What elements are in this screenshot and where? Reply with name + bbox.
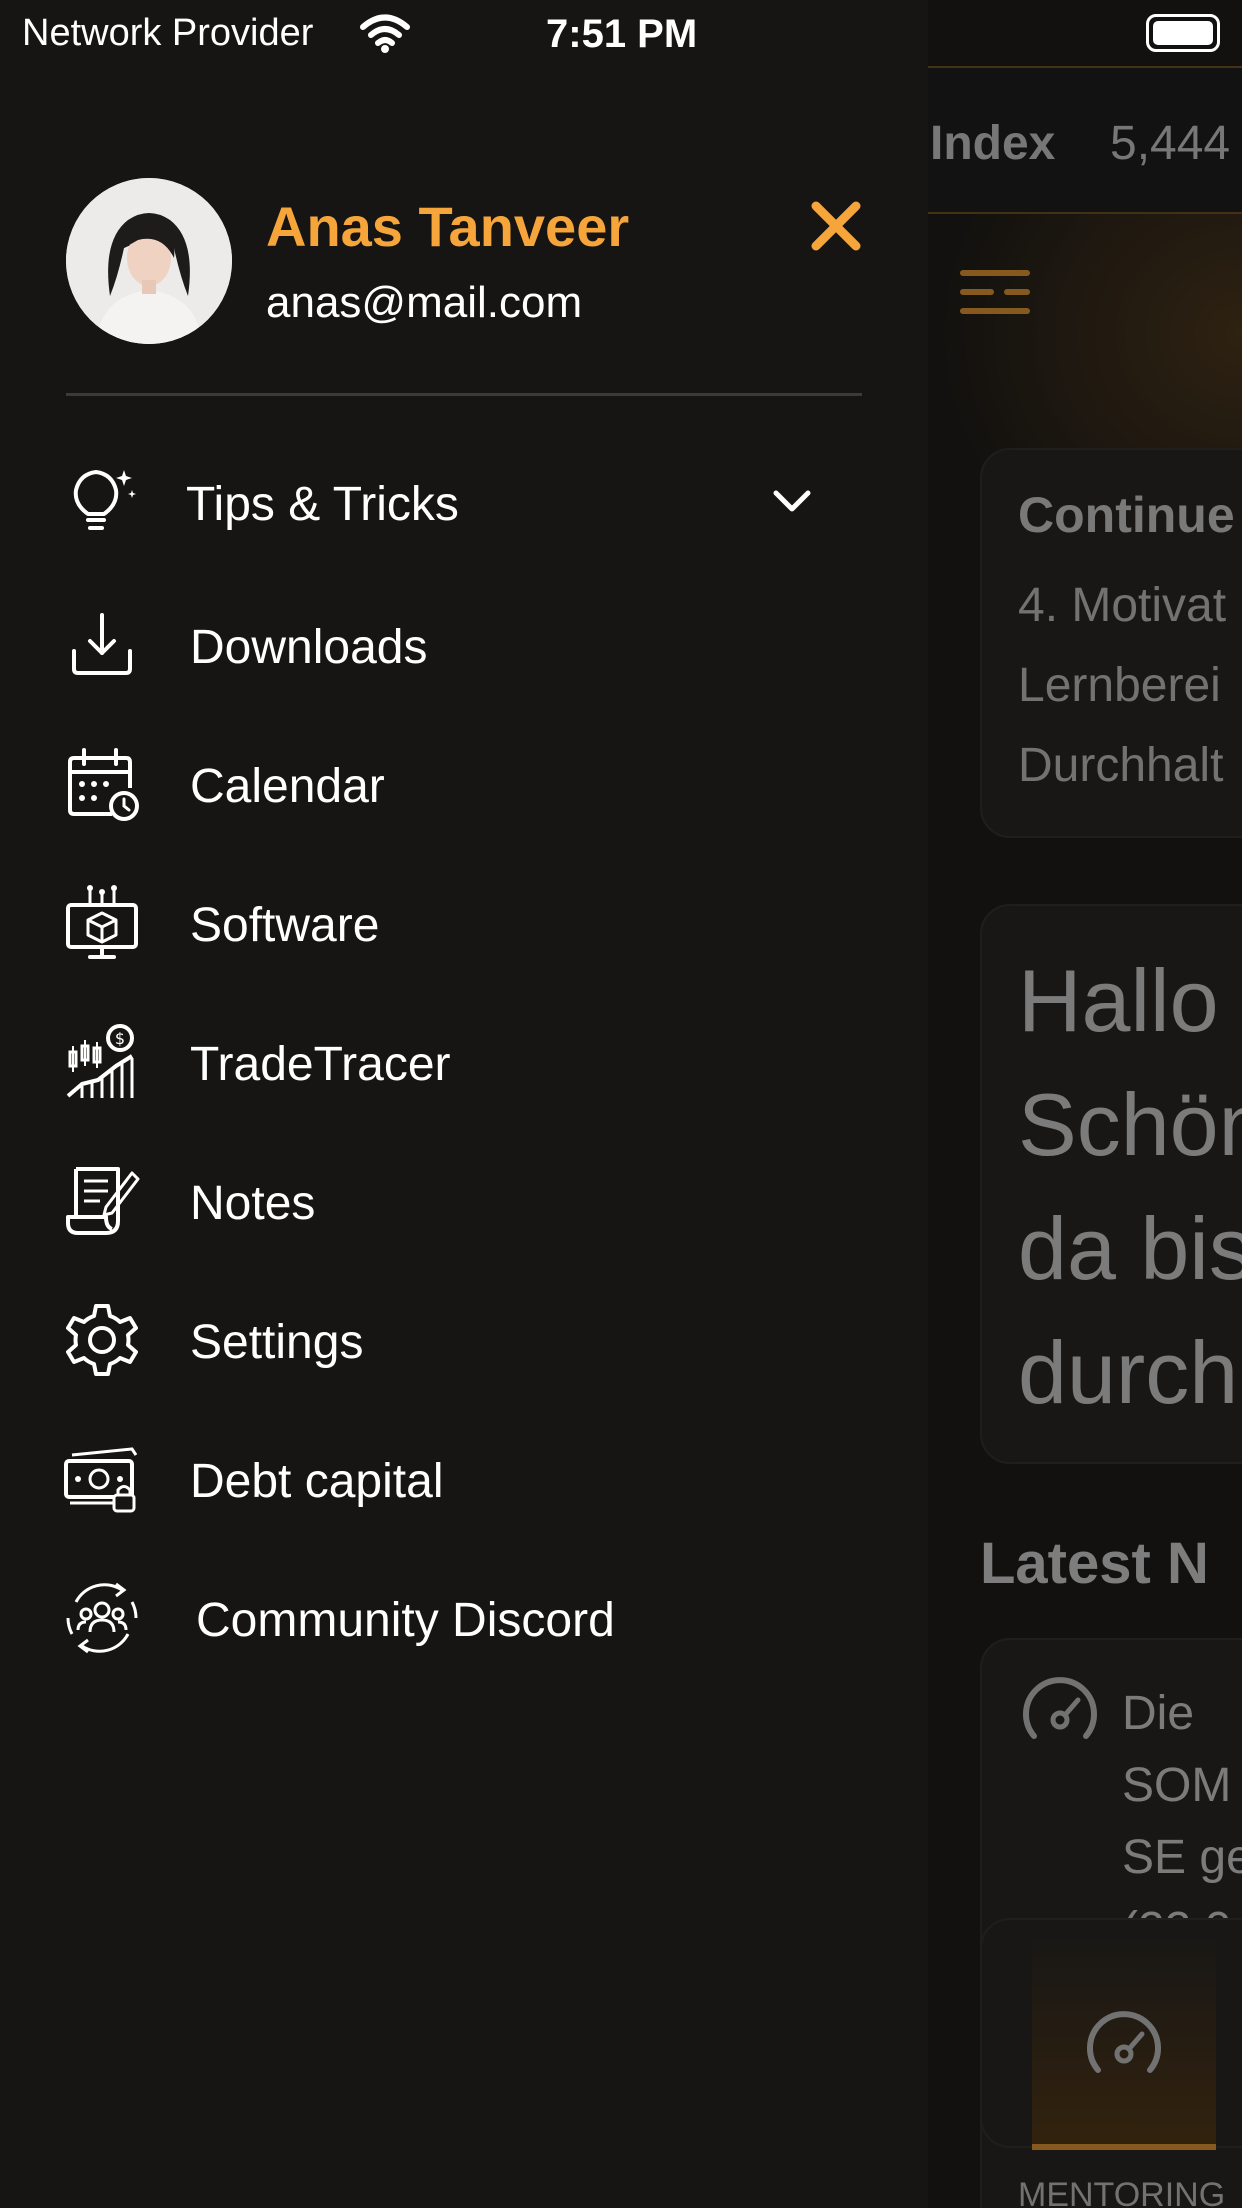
greeting-line: Schön xyxy=(1018,1075,1242,1174)
community-icon xyxy=(66,1582,138,1654)
menu-item-notes[interactable]: Notes xyxy=(0,1146,860,1256)
continue-title: Continue xyxy=(1018,487,1235,543)
calendar-icon xyxy=(68,748,139,821)
news-line: SE ge xyxy=(1122,1831,1242,1884)
continue-card[interactable]: Continue 4. Motivat Lernberei Durchhalt xyxy=(980,448,1242,838)
avatar-image xyxy=(66,178,232,344)
wifi-icon xyxy=(360,14,410,53)
ticker-label: Index xyxy=(930,117,1056,170)
continue-line: Lernberei xyxy=(1018,659,1221,712)
menu-item-software[interactable]: Software xyxy=(0,868,860,978)
menu-item-debt-capital[interactable]: Debt capital xyxy=(0,1424,860,1534)
greeting-line: da bis xyxy=(1018,1199,1242,1298)
divider xyxy=(66,393,862,396)
menu-item-label: Tips & Tricks xyxy=(186,478,459,531)
bottom-nav xyxy=(980,1918,1242,2150)
menu-item-label: Debt capital xyxy=(190,1455,444,1508)
mentoring-label: MENTORING xyxy=(1018,2176,1226,2208)
avatar[interactable] xyxy=(66,178,232,344)
bottom-tab-active[interactable] xyxy=(1032,1928,1216,2150)
news-line: SOM xyxy=(1122,1759,1232,1812)
notes-icon xyxy=(66,1167,140,1235)
menu-item-label: TradeTracer xyxy=(190,1038,451,1091)
navigation-drawer: Anas Tanveer anas@mail.com Tips & Tricks… xyxy=(0,0,928,2208)
svg-text:$: $ xyxy=(115,1029,125,1048)
greeting-card: Hallo Schön da bis durch xyxy=(980,904,1242,1464)
menu-item-downloads[interactable]: Downloads xyxy=(0,590,860,700)
menu-item-settings[interactable]: Settings xyxy=(0,1285,860,1395)
menu-item-calendar[interactable]: Calendar xyxy=(0,729,860,839)
latest-news-title: Latest N xyxy=(980,1531,1209,1596)
menu-item-label: Calendar xyxy=(190,760,385,813)
close-icon[interactable] xyxy=(806,196,866,256)
menu-item-label: Software xyxy=(190,899,380,952)
menu-item-label: Settings xyxy=(190,1316,364,1369)
background-app: Index 5,444 Continue 4. Motivat Lernbere… xyxy=(928,0,1242,2208)
continue-line: 4. Motivat xyxy=(1018,579,1227,632)
profile-name: Anas Tanveer xyxy=(266,195,630,258)
profile-email: anas@mail.com xyxy=(266,278,583,327)
hamburger-menu-icon[interactable] xyxy=(960,262,1030,322)
battery-icon xyxy=(1146,14,1220,52)
speedometer-icon xyxy=(1023,1677,1097,1739)
status-bar: Network Provider 7:51 PM xyxy=(0,0,1242,68)
menu-item-tradetracer[interactable]: $ TradeTracer xyxy=(0,1007,860,1117)
menu-item-label: Notes xyxy=(190,1177,316,1230)
download-icon xyxy=(72,613,132,675)
menu-item-label: Downloads xyxy=(190,621,428,674)
chevron-down-icon[interactable] xyxy=(768,481,816,521)
news-line: Die xyxy=(1122,1687,1195,1740)
network-provider-label: Network Provider xyxy=(22,12,314,54)
money-icon xyxy=(64,1447,138,1513)
greeting-line: durch xyxy=(1018,1323,1239,1422)
clock: 7:51 PM xyxy=(546,12,698,56)
speedometer-icon xyxy=(1087,2011,1161,2073)
greeting-line: Hallo xyxy=(1018,951,1219,1050)
menu-item-community-discord[interactable]: Community Discord xyxy=(0,1563,860,1673)
index-ticker: Index 5,444 xyxy=(928,66,1242,214)
gear-icon xyxy=(66,1304,138,1376)
ticker-value: 5,444 xyxy=(1110,117,1231,170)
lightbulb-icon xyxy=(73,470,136,530)
menu-item-label: Community Discord xyxy=(196,1594,615,1647)
continue-line: Durchhalt xyxy=(1018,739,1224,792)
trade-chart-icon: $ xyxy=(66,1024,134,1098)
software-icon xyxy=(66,885,138,959)
menu-item-tips-tricks[interactable]: Tips & Tricks xyxy=(0,447,860,557)
